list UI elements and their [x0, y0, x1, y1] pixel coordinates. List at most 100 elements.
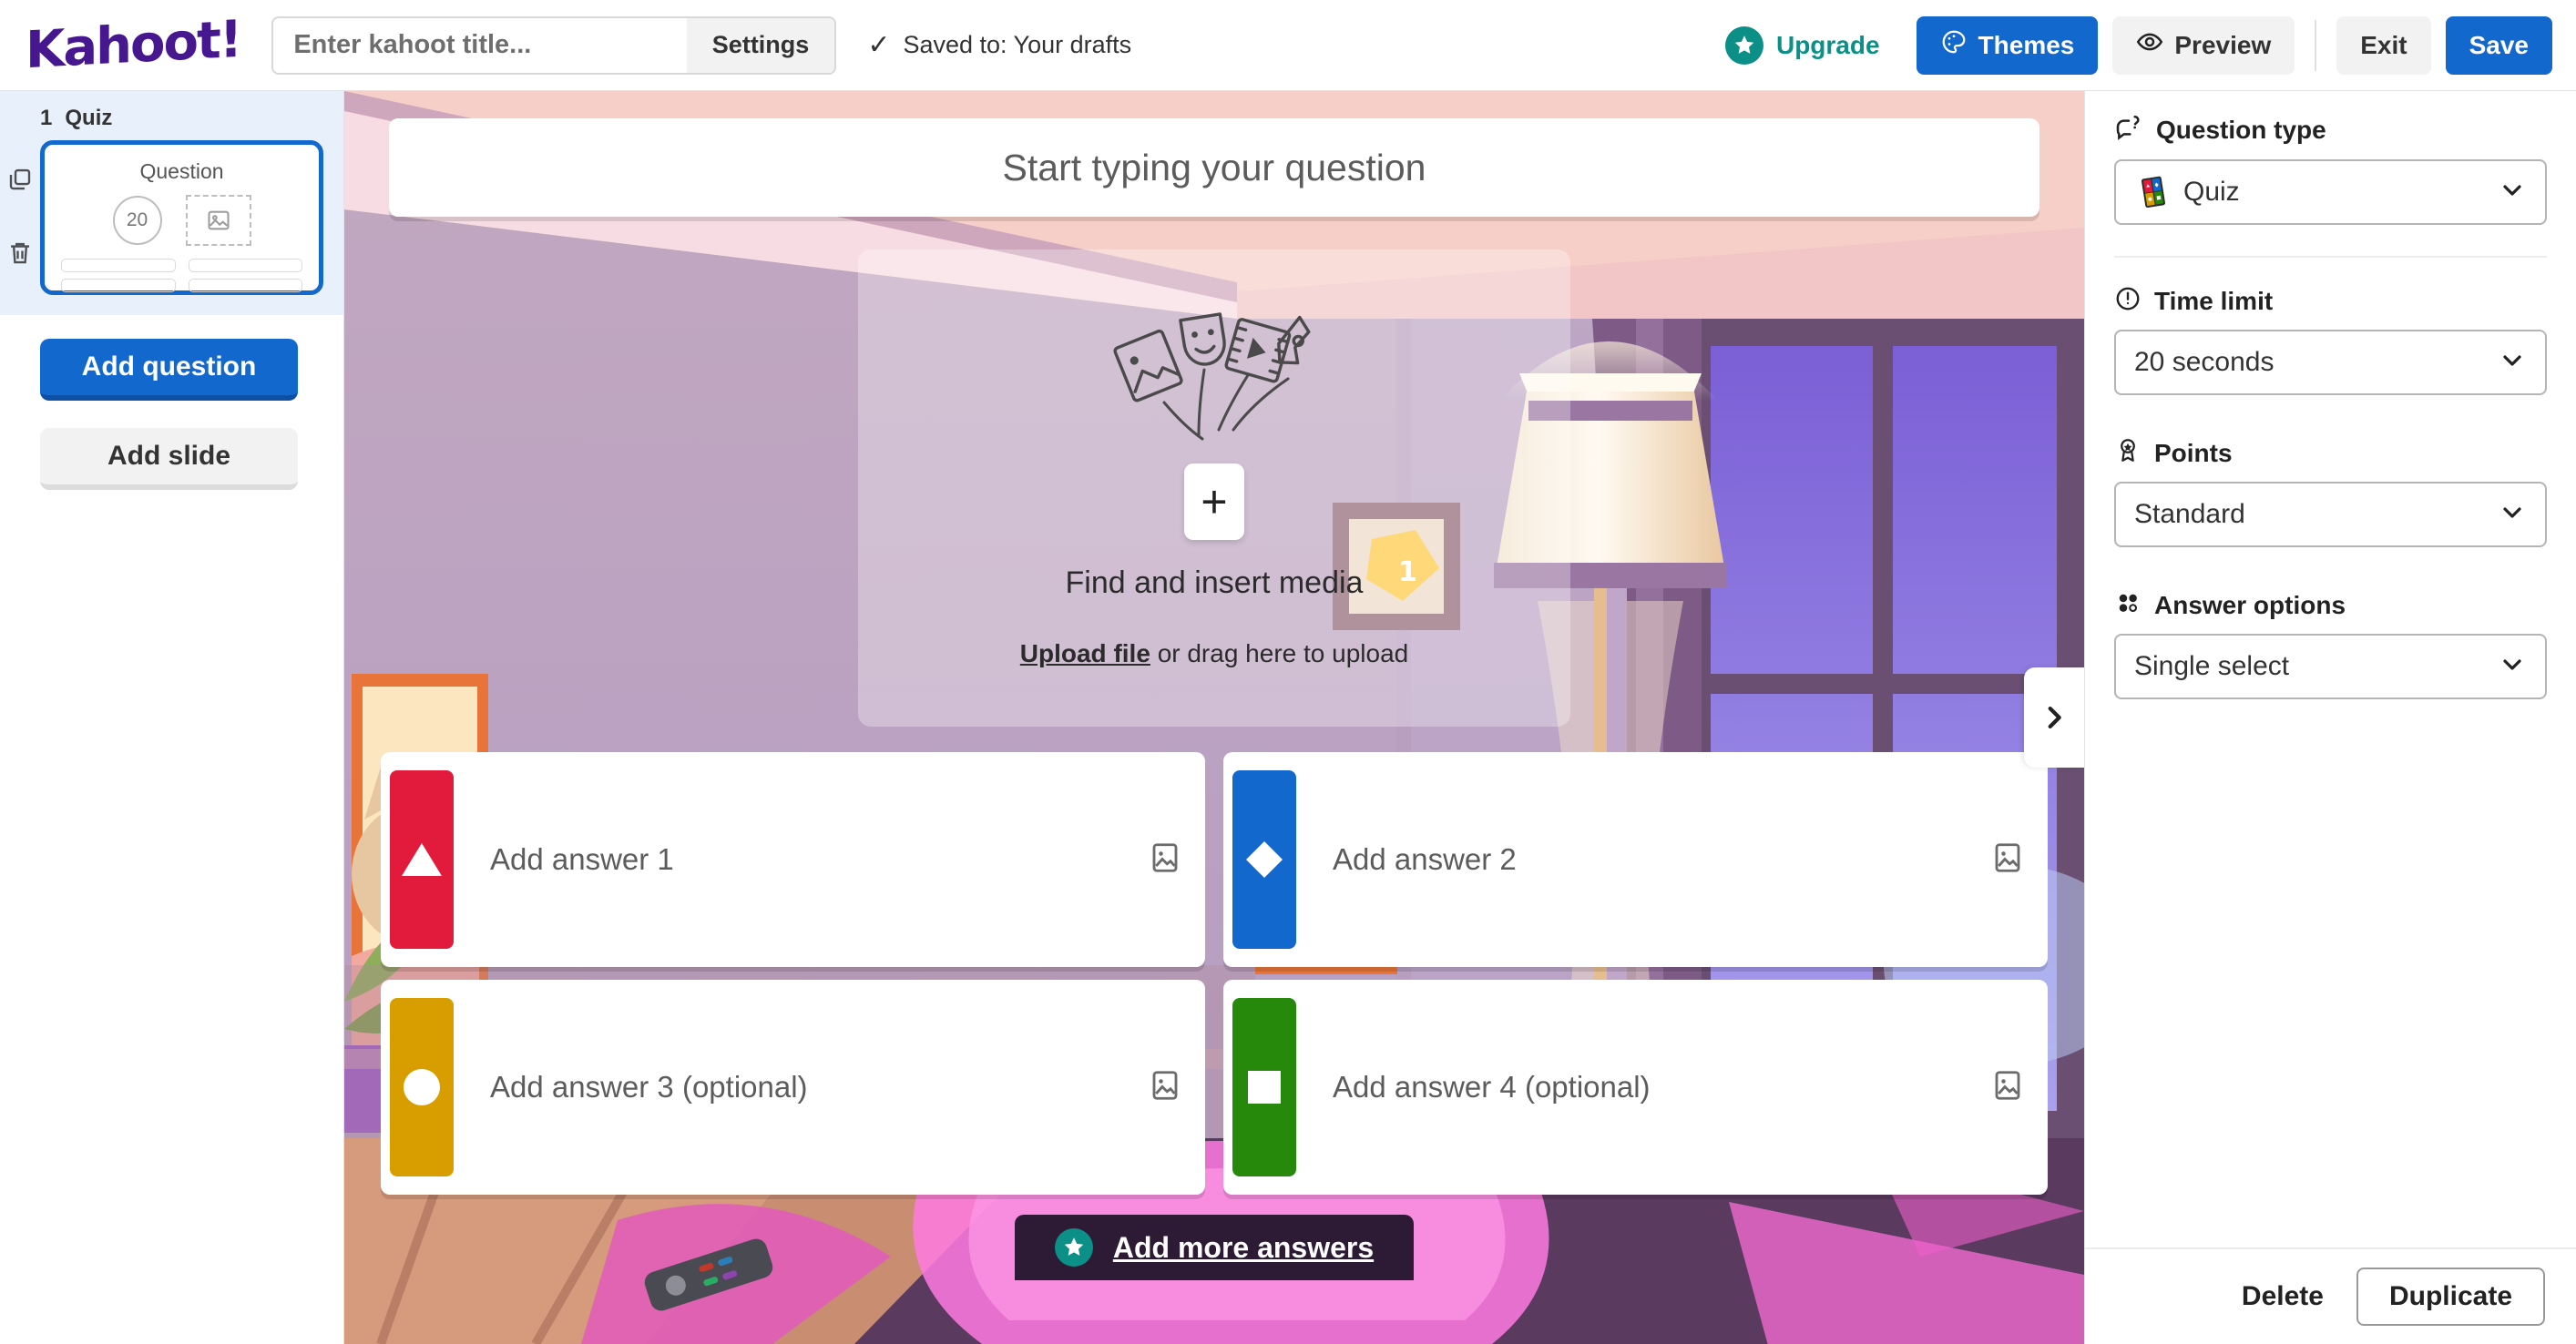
thumb-answer-bar — [188, 259, 302, 272]
points-label: Points — [2154, 438, 2233, 467]
add-more-answers-label: Add more answers — [1112, 1230, 1375, 1264]
answer-input-4[interactable]: Add answer 4 (optional) — [1296, 1070, 1991, 1105]
chevron-down-icon — [2498, 176, 2527, 209]
media-title: Find and insert media — [1065, 565, 1364, 600]
palette-icon — [1940, 28, 1968, 62]
media-dropzone[interactable]: + Find and insert media Upload file or d… — [858, 249, 1570, 727]
question-input[interactable]: Start typing your question — [389, 118, 2039, 217]
themes-button[interactable]: Themes — [1916, 15, 2099, 75]
time-limit-head: Time limit — [2114, 285, 2547, 317]
upload-file-link[interactable]: Upload file — [1020, 639, 1150, 667]
time-limit-label: Time limit — [2154, 286, 2274, 315]
preview-label: Preview — [2174, 30, 2272, 59]
slide-label: 1 Quiz — [40, 106, 323, 131]
answer-tile-1[interactable]: Add answer 1 — [381, 752, 1205, 967]
kahoot-logo[interactable]: Kahoot! — [26, 9, 240, 79]
question-type-select[interactable]: Quiz — [2114, 159, 2547, 225]
save-status-text: Saved to: Your drafts — [903, 31, 1132, 58]
time-limit-value: 20 seconds — [2134, 347, 2274, 377]
answer-image-icon-4[interactable] — [1991, 1069, 2024, 1106]
time-limit-select[interactable]: 20 seconds — [2114, 330, 2547, 395]
four-dots-icon — [2114, 589, 2142, 621]
media-upload-row: Upload file or drag here to upload — [1020, 639, 1408, 668]
answer-image-icon-3[interactable] — [1149, 1069, 1181, 1106]
save-button[interactable]: Save — [2445, 15, 2552, 75]
top-header: Kahoot! Settings ✓ Saved to: Your drafts… — [0, 0, 2576, 91]
question-type-head: Question type — [2114, 113, 2547, 147]
thumb-answer-bar — [61, 259, 176, 272]
duplicate-icon[interactable] — [6, 166, 34, 198]
thumb-media-placeholder — [185, 195, 251, 246]
clock-icon — [2114, 285, 2142, 317]
themes-label: Themes — [1978, 30, 2075, 59]
question-type-label: Question type — [2156, 115, 2326, 144]
quiz-card-icon — [2134, 174, 2171, 210]
answer-tile-2[interactable]: Add answer 2 — [1223, 752, 2048, 967]
answer-options-head: Answer options — [2114, 589, 2547, 621]
star-icon — [1724, 25, 1763, 65]
editor-body: 1 Quiz Question 20 Add question Add slid… — [0, 91, 2576, 1344]
thumb-question-label: Question — [139, 159, 224, 183]
panel-body: Question type Quiz Time limit 20 seconds… — [2085, 91, 2576, 1247]
answer-options-field: Answer options Single select — [2114, 589, 2547, 699]
slide-type: Quiz — [65, 106, 113, 130]
answer-shape-diamond — [1232, 770, 1296, 949]
media-fan-icons — [1109, 308, 1319, 449]
question-type-value: Quiz — [2183, 177, 2240, 207]
answer-input-1[interactable]: Add answer 1 — [454, 842, 1149, 877]
answer-input-3[interactable]: Add answer 3 (optional) — [454, 1070, 1149, 1105]
settings-button[interactable]: Settings — [686, 17, 835, 73]
points-select[interactable]: Standard — [2114, 482, 2547, 547]
add-media-button[interactable]: + — [1184, 463, 1244, 540]
gif-icon — [1277, 315, 1311, 365]
answer-tile-3[interactable]: Add answer 3 (optional) — [381, 980, 1205, 1195]
thumb-middle: 20 — [112, 195, 251, 246]
points-field: Points Standard — [2114, 437, 2547, 547]
upgrade-button[interactable]: Upgrade — [1724, 25, 1880, 65]
delete-button[interactable]: Delete — [2242, 1281, 2324, 1312]
answer-input-2[interactable]: Add answer 2 — [1296, 842, 1991, 877]
thumb-answer-bars — [61, 259, 302, 292]
panel-divider — [2114, 256, 2547, 258]
answer-image-icon-2[interactable] — [1991, 841, 2024, 879]
trash-icon[interactable] — [6, 239, 34, 271]
kahoot-title-input[interactable] — [273, 17, 687, 73]
add-more-answers-button[interactable]: Add more answers — [1014, 1215, 1415, 1280]
photo-icon — [1113, 329, 1183, 402]
preview-button[interactable]: Preview — [2112, 15, 2295, 75]
medal-icon — [2114, 437, 2142, 469]
slide-list-item[interactable]: 1 Quiz Question 20 — [0, 91, 343, 315]
chevron-down-icon — [2498, 650, 2527, 684]
kahoot-creator-app: Kahoot! Settings ✓ Saved to: Your drafts… — [0, 0, 2576, 1344]
answers-grid: Add answer 1 Add answer 2 Add answer 3 (… — [381, 752, 2048, 1195]
sidebar-actions: Add question Add slide — [0, 315, 343, 490]
save-status: ✓ Saved to: Your drafts — [867, 31, 1131, 59]
answer-tile-4[interactable]: Add answer 4 (optional) — [1223, 980, 2048, 1195]
add-slide-button[interactable]: Add slide — [40, 428, 298, 490]
slide-thumbnail[interactable]: Question 20 — [40, 140, 323, 295]
next-slide-button[interactable] — [2024, 667, 2084, 768]
answer-shape-square — [1232, 998, 1296, 1176]
answer-options-value: Single select — [2134, 651, 2290, 681]
thumb-answer-bar — [188, 279, 302, 292]
answer-shape-triangle — [390, 770, 454, 949]
slide-index: 1 — [40, 106, 53, 130]
exit-button[interactable]: Exit — [2336, 15, 2431, 75]
chevron-down-icon — [2498, 346, 2527, 380]
check-icon: ✓ — [867, 29, 891, 60]
upload-hint-text: or drag here to upload — [1157, 639, 1409, 667]
upgrade-label: Upgrade — [1775, 30, 1880, 59]
points-value: Standard — [2134, 499, 2245, 529]
chevron-down-icon — [2498, 498, 2527, 532]
panel-gap-1 — [2114, 404, 2547, 437]
slide-tools — [0, 106, 40, 295]
question-type-field: Question type Quiz — [2114, 113, 2547, 225]
duplicate-button[interactable]: Duplicate — [2356, 1268, 2545, 1326]
answer-image-icon-1[interactable] — [1149, 841, 1181, 879]
answer-options-select[interactable]: Single select — [2114, 634, 2547, 699]
answer-options-label: Answer options — [2154, 590, 2346, 619]
add-question-button[interactable]: Add question — [40, 339, 298, 401]
time-limit-field: Time limit 20 seconds — [2114, 285, 2547, 395]
header-divider — [2315, 19, 2317, 71]
canvas-content: Start typing your question + Find and in… — [344, 91, 2084, 1344]
